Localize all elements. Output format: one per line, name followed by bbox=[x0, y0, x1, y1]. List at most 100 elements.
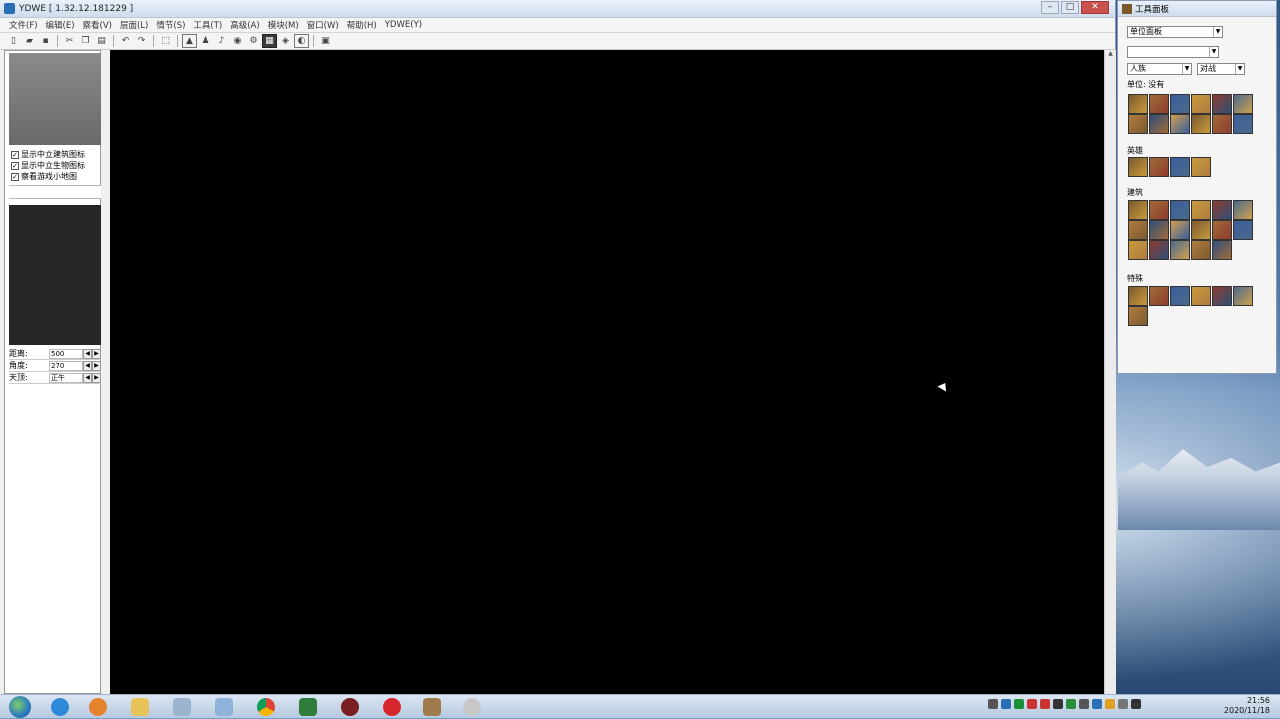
unit-portrait-icon[interactable] bbox=[1149, 240, 1169, 260]
taskbar-explorer[interactable] bbox=[126, 697, 154, 717]
taskbar-ie[interactable] bbox=[46, 697, 74, 717]
option-row[interactable]: ✓ 显示中立生物图标 bbox=[11, 160, 93, 171]
panel-select[interactable]: 单位面板 ▼ bbox=[1127, 26, 1223, 38]
unit-portrait-icon[interactable] bbox=[1233, 220, 1253, 240]
option-checkbox[interactable]: ✓ bbox=[11, 161, 19, 170]
option-row[interactable]: ✓ 察看游戏小地图 bbox=[11, 171, 93, 182]
new-icon[interactable]: ▯ bbox=[6, 34, 21, 48]
arrow-left-icon[interactable]: ◀ bbox=[83, 372, 92, 383]
close-button[interactable]: ✕ bbox=[1081, 1, 1109, 14]
unit-portrait-icon[interactable] bbox=[1170, 286, 1190, 306]
tray-icon[interactable] bbox=[1053, 699, 1063, 709]
taskbar-netease[interactable] bbox=[378, 697, 406, 717]
unit-portrait-icon[interactable] bbox=[1128, 94, 1148, 114]
unit-portrait-icon[interactable] bbox=[1212, 286, 1232, 306]
unit-portrait-icon[interactable] bbox=[1191, 286, 1211, 306]
unit-portrait-icon[interactable] bbox=[1212, 240, 1232, 260]
ai-editor-icon[interactable]: ◐ bbox=[294, 34, 309, 48]
window-titlebar[interactable]: YDWE [ 1.32.12.181229 ] – □ ✕ bbox=[0, 0, 1115, 18]
start-button[interactable] bbox=[2, 695, 38, 719]
menu-advanced[interactable]: 高级(A) bbox=[227, 19, 262, 31]
unit-portrait-icon[interactable] bbox=[1191, 240, 1211, 260]
taskbar-app-a[interactable] bbox=[336, 697, 364, 717]
volume-icon[interactable] bbox=[1131, 699, 1141, 709]
unit-editor-icon[interactable]: ♟ bbox=[198, 34, 213, 48]
unit-portrait-icon[interactable] bbox=[1233, 200, 1253, 220]
maximize-button[interactable]: □ bbox=[1061, 1, 1079, 14]
save-icon[interactable]: ▪ bbox=[38, 34, 53, 48]
unit-portrait-icon[interactable] bbox=[1128, 220, 1148, 240]
minimap[interactable] bbox=[9, 53, 101, 145]
undo-icon[interactable]: ↶ bbox=[118, 34, 133, 48]
unit-portrait-icon[interactable] bbox=[1149, 220, 1169, 240]
arrow-right-icon[interactable]: ▶ bbox=[92, 372, 101, 383]
tray-icon[interactable] bbox=[1014, 699, 1024, 709]
minimize-button[interactable]: – bbox=[1041, 1, 1059, 14]
unit-portrait-icon[interactable] bbox=[1170, 114, 1190, 134]
unit-portrait-icon[interactable] bbox=[1233, 286, 1253, 306]
option-checkbox[interactable]: ✓ bbox=[11, 172, 19, 181]
unit-portrait-icon[interactable] bbox=[1191, 157, 1211, 177]
tray-icon[interactable] bbox=[988, 699, 998, 709]
unit-portrait-icon[interactable] bbox=[1212, 200, 1232, 220]
taskbar-disc[interactable] bbox=[458, 697, 486, 717]
unit-portrait-icon[interactable] bbox=[1212, 220, 1232, 240]
unit-portrait-icon[interactable] bbox=[1128, 200, 1148, 220]
trigger-editor-icon[interactable]: ⚙ bbox=[246, 34, 261, 48]
race-select[interactable]: 人族 ▼ bbox=[1127, 63, 1192, 75]
arrow-left-icon[interactable]: ◀ bbox=[83, 348, 92, 359]
unit-portrait-icon[interactable] bbox=[1149, 157, 1169, 177]
menu-edit[interactable]: 编辑(E) bbox=[43, 19, 78, 31]
unit-portrait-icon[interactable] bbox=[1233, 114, 1253, 134]
unit-portrait-icon[interactable] bbox=[1191, 94, 1211, 114]
option-checkbox[interactable]: ✓ bbox=[11, 150, 19, 159]
unit-portrait-icon[interactable] bbox=[1170, 157, 1190, 177]
arrow-left-icon[interactable]: ◀ bbox=[83, 360, 92, 371]
unit-portrait-icon[interactable] bbox=[1191, 200, 1211, 220]
cut-icon[interactable]: ✂ bbox=[62, 34, 77, 48]
property-value[interactable]: 正午 bbox=[49, 372, 83, 383]
menu-scenario[interactable]: 情节(S) bbox=[153, 19, 188, 31]
tray-icon[interactable] bbox=[1105, 699, 1115, 709]
palette-titlebar[interactable]: 工具面板 bbox=[1118, 1, 1276, 17]
mode-select[interactable]: 对战 ▼ bbox=[1197, 63, 1245, 75]
tray-icon[interactable] bbox=[1001, 699, 1011, 709]
unit-portrait-icon[interactable] bbox=[1212, 114, 1232, 134]
unit-portrait-icon[interactable] bbox=[1233, 94, 1253, 114]
player-select[interactable]: ▼ bbox=[1127, 46, 1219, 58]
unit-portrait-icon[interactable] bbox=[1128, 114, 1148, 134]
redo-icon[interactable]: ↷ bbox=[134, 34, 149, 48]
object-editor-icon[interactable]: ◉ bbox=[230, 34, 245, 48]
unit-portrait-icon[interactable] bbox=[1149, 114, 1169, 134]
unit-portrait-icon[interactable] bbox=[1149, 286, 1169, 306]
unit-portrait-icon[interactable] bbox=[1191, 220, 1211, 240]
open-icon[interactable]: ▰ bbox=[22, 34, 37, 48]
taskbar-calculator[interactable] bbox=[210, 697, 238, 717]
paste-icon[interactable]: ▤ bbox=[94, 34, 109, 48]
unit-portrait-icon[interactable] bbox=[1128, 306, 1148, 326]
menu-file[interactable]: 文件(F) bbox=[6, 19, 41, 31]
tray-icon[interactable] bbox=[1118, 699, 1128, 709]
menu-ydwe[interactable]: YDWE(Y) bbox=[382, 20, 425, 30]
taskbar-media[interactable] bbox=[84, 697, 112, 717]
clock[interactable]: 21:56 2020/11/18 bbox=[1224, 696, 1270, 716]
vertical-scrollbar[interactable]: ▲ bbox=[1104, 50, 1116, 694]
campaign-icon[interactable]: ▦ bbox=[262, 34, 277, 48]
menu-help[interactable]: 帮助(H) bbox=[344, 19, 380, 31]
menu-tools[interactable]: 工具(T) bbox=[190, 19, 225, 31]
unit-portrait-icon[interactable] bbox=[1149, 200, 1169, 220]
tray-icon[interactable] bbox=[1027, 699, 1037, 709]
menu-module[interactable]: 模块(M) bbox=[265, 19, 302, 31]
unit-portrait-icon[interactable] bbox=[1128, 157, 1148, 177]
arrow-right-icon[interactable]: ▶ bbox=[92, 348, 101, 359]
import-icon[interactable]: ◈ bbox=[278, 34, 293, 48]
menu-view[interactable]: 察看(V) bbox=[80, 19, 115, 31]
copy-icon[interactable]: ❐ bbox=[78, 34, 93, 48]
property-value[interactable]: 500 bbox=[49, 348, 83, 359]
tray-icon[interactable] bbox=[1079, 699, 1089, 709]
property-value[interactable]: 270 bbox=[49, 360, 83, 371]
unit-portrait-icon[interactable] bbox=[1170, 200, 1190, 220]
taskbar-ydwe[interactable] bbox=[418, 697, 446, 717]
unit-portrait-icon[interactable] bbox=[1191, 114, 1211, 134]
tray-icon[interactable] bbox=[1040, 699, 1050, 709]
